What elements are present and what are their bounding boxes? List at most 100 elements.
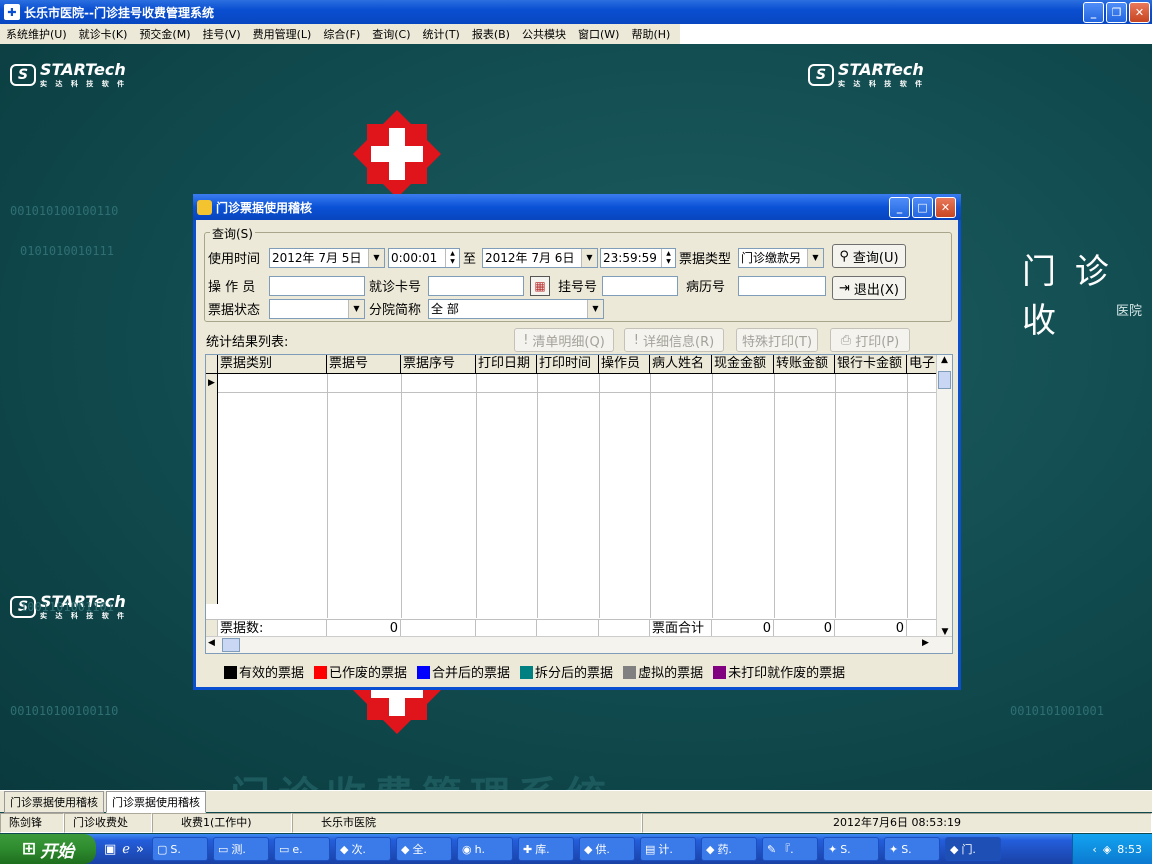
column-header[interactable]: 转账金额 xyxy=(774,355,835,373)
taskbar-item[interactable]: ◉ h. xyxy=(456,837,513,861)
expand-icon[interactable]: » xyxy=(136,842,144,857)
taskbar-item-label: 计. xyxy=(658,843,673,856)
query-button[interactable]: ⚲ 查询(U) xyxy=(832,244,906,268)
taskbar-item[interactable]: ◆ 供. xyxy=(578,837,635,861)
folder-icon: ▭ xyxy=(278,842,290,856)
scroll-up-icon[interactable]: ▲ xyxy=(937,355,952,365)
taskbar-item[interactable]: ◆ 次. xyxy=(334,837,391,861)
column-header[interactable]: 打印时间 xyxy=(537,355,599,373)
chevron-down-icon[interactable]: ▼ xyxy=(587,300,603,318)
menu-window[interactable]: 窗口(W) xyxy=(572,26,625,42)
column-header[interactable]: 打印日期 xyxy=(476,355,537,373)
taskbar-item[interactable]: ▢ S. xyxy=(151,837,208,861)
color-swatch xyxy=(713,666,727,679)
column-header[interactable]: 票据序号 xyxy=(401,355,476,373)
detail-info-button[interactable]: ! 详细信息(R) xyxy=(624,328,724,352)
chevron-down-icon[interactable]: ▼ xyxy=(348,300,364,318)
scroll-thumb[interactable] xyxy=(222,638,240,652)
chevron-down-icon[interactable]: ▼ xyxy=(368,249,384,267)
column-header[interactable]: 票据类别 xyxy=(218,355,327,373)
close-button[interactable]: ✕ xyxy=(1129,2,1150,23)
os-taskbar: ⊞ 开始 ▣ ℯ » ▢ S. ▭ 测. ▭ e. ◆ 次. ◆ 全. ◉ h. ✚ 库. ◆… xyxy=(0,834,1152,864)
branch-select[interactable]: 全 部 ▼ xyxy=(428,299,604,319)
tab-bill-audit-active[interactable]: 门诊票据使用稽核 xyxy=(106,790,206,813)
taskbar-item[interactable]: ◆ 药. xyxy=(700,837,757,861)
menu-query[interactable]: 查询(C) xyxy=(366,26,416,42)
card-input[interactable] xyxy=(428,276,524,296)
menu-stats[interactable]: 统计(T) xyxy=(417,26,466,42)
taskbar-item[interactable]: ▭ 测. xyxy=(212,837,269,861)
print-button[interactable]: ⎙ 打印(P) xyxy=(830,328,910,352)
legend-label: 有效的票据 xyxy=(239,666,305,681)
taskbar-item[interactable]: ▤ 计. xyxy=(639,837,696,861)
ie-icon[interactable]: ℯ xyxy=(122,842,130,857)
card-reader-icon[interactable]: ▦ xyxy=(530,276,550,296)
dialog-title: 门诊票据使用稽核 xyxy=(216,200,313,215)
tray-expand-icon[interactable]: ‹ xyxy=(1092,843,1096,856)
menu-deposit[interactable]: 预交金(M) xyxy=(133,26,196,42)
scroll-thumb[interactable] xyxy=(938,371,951,389)
taskbar-item[interactable]: ✎ 『. xyxy=(761,837,818,861)
time-to-spinner[interactable]: 23:59:59 ▲ ▼ xyxy=(600,248,676,268)
column-header[interactable]: 病人姓名 xyxy=(650,355,712,373)
taskbar-item[interactable]: ✦ S. xyxy=(883,837,940,861)
tab-bill-audit[interactable]: 门诊票据使用稽核 xyxy=(4,790,104,813)
bill-type-select[interactable]: 门诊缴款另 ▼ xyxy=(738,248,824,268)
empty-cell xyxy=(599,620,650,637)
date-from-picker[interactable]: 2012年 7月 5日 ▼ xyxy=(269,248,385,268)
chevron-down-icon[interactable]: ▼ xyxy=(807,249,823,267)
app-titlebar: ✚ 长乐市医院--门诊挂号收费管理系统 _ ❐ ✕ xyxy=(0,0,1152,24)
scroll-right-icon[interactable]: ▶ xyxy=(922,638,929,648)
menu-report[interactable]: 报表(B) xyxy=(466,26,516,42)
column-header[interactable]: 现金金额 xyxy=(712,355,774,373)
app-icon: ✚ xyxy=(4,4,20,20)
vertical-scrollbar[interactable]: ▲ ▼ xyxy=(936,355,952,637)
date-from-value: 2012年 7月 5日 xyxy=(272,251,362,265)
empty-cell xyxy=(401,620,476,637)
taskbar-item[interactable]: ✦ S. xyxy=(822,837,879,861)
bg-binary: 1001101001101 xyxy=(20,600,114,614)
special-print-button[interactable]: 特殊打印(T) xyxy=(736,328,818,352)
taskbar-item[interactable]: ◆ 全. xyxy=(395,837,452,861)
menu-public[interactable]: 公共模块 xyxy=(516,26,572,42)
record-input[interactable] xyxy=(738,276,826,296)
printer-icon: ⎙ xyxy=(840,332,852,348)
menu-card[interactable]: 就诊卡(K) xyxy=(73,26,134,42)
column-header[interactable]: 操作员 xyxy=(599,355,650,373)
desktop-icon[interactable]: ▣ xyxy=(104,842,116,857)
menu-system[interactable]: 系统维护(U) xyxy=(0,26,73,42)
chevron-down-icon[interactable]: ▼ xyxy=(581,249,597,267)
dialog-maximize-button[interactable]: □ xyxy=(912,197,933,218)
date-to-picker[interactable]: 2012年 7月 6日 ▼ xyxy=(482,248,598,268)
taskbar-item[interactable]: ✚ 库. xyxy=(517,837,574,861)
column-header[interactable]: 票据号 xyxy=(327,355,401,373)
horizontal-scrollbar[interactable]: ◀ ▶ xyxy=(206,636,952,653)
column-header[interactable]: 银行卡金额 xyxy=(835,355,907,373)
spinner-arrows-icon[interactable]: ▲ ▼ xyxy=(445,249,459,267)
result-table[interactable]: 票据类别 票据号 票据序号 打印日期 打印时间 操作员 病人姓名 现金金额 转账… xyxy=(205,354,953,654)
taskbar-item[interactable]: ▭ e. xyxy=(273,837,330,861)
app-icon: ◆ xyxy=(583,842,593,856)
menu-fee[interactable]: 费用管理(L) xyxy=(247,26,318,42)
status-select[interactable]: ▼ xyxy=(269,299,365,319)
column-header[interactable]: 电子 xyxy=(907,355,937,373)
menu-general[interactable]: 综合(F) xyxy=(317,26,366,42)
table-row[interactable] xyxy=(218,392,938,393)
operator-input[interactable] xyxy=(269,276,365,296)
minimize-button[interactable]: _ xyxy=(1083,2,1104,23)
detail-list-button[interactable]: ! 清单明细(Q) xyxy=(514,328,614,352)
operator-label: 操 作 员 xyxy=(208,280,256,295)
taskbar-item-active[interactable]: ◆ 门. xyxy=(944,837,1001,861)
spinner-arrows-icon[interactable]: ▲ ▼ xyxy=(661,249,675,267)
dialog-minimize-button[interactable]: _ xyxy=(889,197,910,218)
network-icon[interactable]: ◈ xyxy=(1103,843,1111,856)
dialog-close-button[interactable]: ✕ xyxy=(935,197,956,218)
menu-help[interactable]: 帮助(H) xyxy=(625,26,676,42)
scroll-left-icon[interactable]: ◀ xyxy=(208,638,215,648)
time-from-spinner[interactable]: 0:00:01 ▲ ▼ xyxy=(388,248,460,268)
restore-button[interactable]: ❐ xyxy=(1106,2,1127,23)
reg-input[interactable] xyxy=(602,276,678,296)
start-button[interactable]: ⊞ 开始 xyxy=(0,834,96,864)
menu-register[interactable]: 挂号(V) xyxy=(197,26,247,42)
exit-button[interactable]: ⇥ 退出(X) xyxy=(832,276,906,300)
